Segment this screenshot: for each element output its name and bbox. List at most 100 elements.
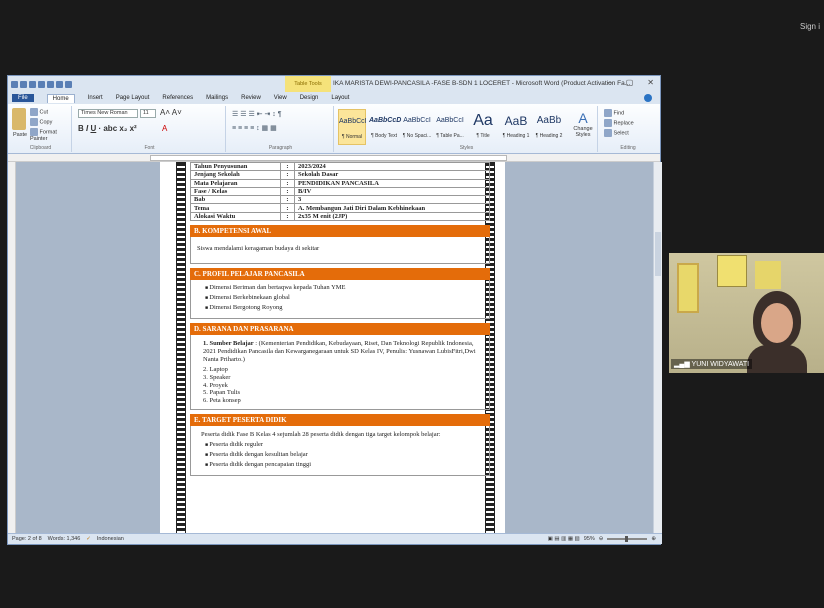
info-cell-label: Alokasi Waktu	[190, 211, 281, 222]
tab-review[interactable]: Review	[241, 95, 261, 101]
binoculars-icon	[604, 109, 612, 117]
participant-person	[747, 291, 807, 373]
info-cell-colon: :	[280, 195, 295, 205]
target-list: Peserta didik reguler Peserta didik deng…	[197, 441, 483, 470]
section-heading-sarana: D. SARANA DAN PRASARANA	[190, 323, 490, 336]
style-heading-2[interactable]: AaBb ¶ Heading 2	[534, 109, 564, 145]
table-row: Tema: A. Membangun Jati Diri Dalam Kebhin…	[190, 203, 490, 213]
paragraph-group: ☰ ☰ ☰ ⇤ ⇥ ↕ ¶ ≡ ≡ ≡ ≡ ↕ ▦ ▦ Paragraph	[228, 106, 334, 152]
list-item: 4. Proyek	[203, 381, 228, 389]
style-no-spacing[interactable]: AaBbCcI ¶ No Spaci...	[402, 109, 432, 145]
zoom-out-icon[interactable]: ⊖	[599, 536, 604, 542]
section-heading-profil: C. PROFIL PELAJAR PANCASILA	[190, 268, 490, 281]
font-size-dropdown[interactable]: 11	[140, 109, 156, 118]
zoom-control: ▣ ▤ ▥ ▦ ▧ 95% ⊖ ⊕	[548, 536, 656, 542]
signal-icon: ▂▄▆	[674, 361, 692, 368]
zoom-slider-knob[interactable]	[625, 536, 629, 542]
list-item: Dimensi Bergotong Royong	[205, 304, 483, 313]
maximize-button[interactable]: ▢	[626, 78, 634, 87]
spell-check-icon[interactable]: ✓	[86, 536, 91, 542]
list-icons[interactable]: ☰ ☰ ☰ ⇤ ⇥ ↕ ¶	[232, 110, 282, 118]
vertical-ruler[interactable]	[8, 162, 16, 535]
new-document-icon[interactable]	[56, 80, 63, 88]
bold-italic-underline-icons[interactable]: B I U · abc x₂ x²	[78, 124, 137, 133]
list-item: 3. Speaker	[203, 373, 231, 381]
style-table-paragraph[interactable]: AaBbCcI ¶ Table Pa...	[435, 109, 465, 145]
redo-icon[interactable]	[38, 80, 45, 88]
font-color-icon[interactable]: A	[162, 124, 167, 133]
word-window: Table Tools IKA MARISTA DEWI-PANCASILA -…	[7, 75, 662, 545]
view-buttons[interactable]: ▣ ▤ ▥ ▦ ▧	[548, 536, 580, 542]
word-count[interactable]: Words: 1,346	[48, 536, 81, 542]
tab-layout[interactable]: Layout	[331, 95, 349, 101]
info-cell-label: Tahun Penyusunan	[190, 162, 281, 172]
section-body-target: Peserta didik Fase B Kelas 4 sejumlah 28…	[190, 426, 490, 477]
info-cell-label: Jenjang Sekolah	[190, 170, 281, 180]
info-cell-value: 2023/2024	[294, 162, 490, 172]
clipboard-label: Clipboard	[29, 145, 52, 151]
format-painter-button[interactable]: Format Painter	[30, 128, 71, 142]
paste-button[interactable]: Paste	[13, 132, 27, 138]
tab-insert[interactable]: Insert	[88, 95, 103, 101]
document-page[interactable]: Tahun Penyusunan:2023/2024 Jenjang Sekola…	[160, 162, 505, 535]
tab-mailings[interactable]: Mailings	[206, 95, 228, 101]
tab-file[interactable]: File	[12, 94, 34, 102]
help-icon[interactable]	[644, 94, 652, 102]
paste-icon[interactable]	[12, 108, 26, 130]
close-button[interactable]: ✕	[647, 78, 654, 87]
style-title[interactable]: Aa ¶ Title	[468, 109, 498, 145]
window-controls: – ▢ ✕	[607, 78, 654, 87]
grow-font-icon[interactable]: A˄ A˅	[160, 108, 182, 117]
target-intro: Peserta didik Fase B Kelas 4 sejumlah 28…	[201, 431, 441, 439]
page-count[interactable]: Page: 2 of 8	[12, 536, 42, 542]
zoom-level[interactable]: 95%	[584, 536, 595, 542]
zoom-in-icon[interactable]: ⊕	[651, 536, 656, 542]
font-name-dropdown[interactable]: Times New Roman	[78, 109, 138, 118]
table-row: Bab:3	[190, 195, 490, 205]
scrollbar-thumb[interactable]	[655, 232, 661, 276]
tab-references[interactable]: References	[162, 95, 193, 101]
info-cell-label: Mata Pelajaran	[190, 178, 281, 188]
clipboard-group: Paste Cut Copy Format Painter Clipboard	[10, 106, 72, 152]
align-icons[interactable]: ≡ ≡ ≡ ≡ ↕ ▦ ▦	[232, 124, 277, 132]
tab-view[interactable]: View	[274, 95, 287, 101]
select-button[interactable]: Select	[604, 129, 629, 137]
list-item: Dimensi Beriman dan bertaqwa kepada Tuha…	[205, 284, 483, 293]
table-row: Jenjang Sekolah: Sekolah Dasar	[190, 170, 490, 180]
print-preview-icon[interactable]	[47, 80, 54, 88]
zoom-slider[interactable]	[607, 536, 648, 542]
save-icon[interactable]	[20, 80, 27, 88]
tab-page-layout[interactable]: Page Layout	[116, 95, 150, 101]
sign-in-label[interactable]: Sign i	[800, 22, 820, 31]
cut-button[interactable]: Cut	[30, 108, 48, 116]
list-item: Peserta didik reguler	[205, 441, 483, 450]
find-button[interactable]: Find	[604, 109, 624, 117]
style-normal[interactable]: AaBbCcI ¶ Normal	[338, 109, 367, 145]
list-item: Peserta didik dengan pencapaian tinggi	[205, 461, 483, 470]
vertical-scrollbar[interactable]	[653, 162, 662, 535]
document-area: Tahun Penyusunan:2023/2024 Jenjang Sekola…	[8, 162, 662, 535]
kompetensi-text: Siswa mendalami keragaman budaya di seki…	[197, 245, 320, 253]
title-bar: Table Tools IKA MARISTA DEWI-PANCASILA -…	[8, 76, 660, 92]
style-body-text[interactable]: AaBbCcD ¶ Body Text	[369, 109, 401, 145]
window-title: IKA MARISTA DEWI-PANCASILA -FASE B-SDN 1…	[333, 80, 631, 87]
style-heading-1[interactable]: AaB ¶ Heading 1	[501, 109, 531, 145]
wall-poster	[717, 255, 747, 287]
minimize-button[interactable]: –	[607, 78, 611, 87]
copy-button[interactable]: Copy	[30, 118, 52, 126]
spelling-icon[interactable]	[65, 80, 72, 88]
word-app-icon	[11, 80, 18, 88]
info-cell-colon: :	[280, 211, 295, 222]
participant-video[interactable]: ▂▄▆ YUNI WIDYAWATI	[669, 253, 824, 373]
tab-design[interactable]: Design	[300, 95, 319, 101]
horizontal-ruler[interactable]	[8, 154, 660, 162]
undo-icon[interactable]	[29, 80, 36, 88]
language-indicator[interactable]: Indonesian	[97, 536, 124, 542]
replace-button[interactable]: Replace	[604, 119, 634, 127]
tab-home[interactable]: Home	[46, 93, 75, 103]
page-border-left	[176, 162, 186, 535]
status-bar: Page: 2 of 8 Words: 1,346 ✓ Indonesian ▣…	[8, 533, 662, 544]
quick-access-toolbar	[8, 80, 72, 88]
change-styles-button[interactable]: A Change Styles	[570, 110, 596, 138]
wall-poster	[677, 263, 699, 313]
